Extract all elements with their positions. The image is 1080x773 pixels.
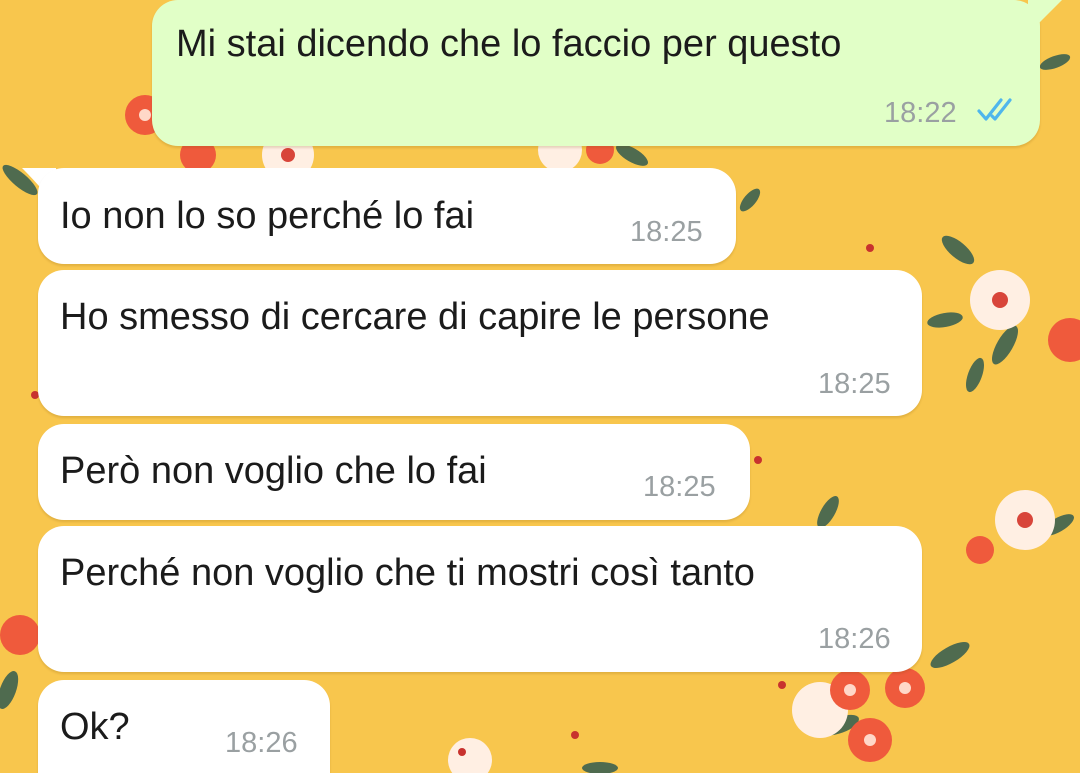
- message-text: Mi stai dicendo che lo faccio per questo: [176, 23, 842, 65]
- message-time: 18:26: [818, 623, 891, 655]
- message-bubble-incoming[interactable]: Ok? 18:26: [38, 680, 330, 773]
- message-bubble-outgoing[interactable]: Mi stai dicendo che lo faccio per questo…: [152, 0, 1040, 146]
- message-time: 18:22: [884, 97, 957, 129]
- message-text: Ho smesso di cercare di capire le person…: [60, 296, 770, 338]
- message-text: Io non lo so perché lo fai: [60, 195, 475, 237]
- outgoing-bubble-tail: [1028, 0, 1062, 24]
- message-bubble-incoming[interactable]: Perché non voglio che ti mostri così tan…: [38, 526, 922, 672]
- message-time: 18:26: [225, 727, 298, 759]
- double-check-read-icon: [977, 98, 1012, 121]
- message-bubble-incoming[interactable]: Ho smesso di cercare di capire le person…: [38, 270, 922, 416]
- message-text: Perché non voglio che ti mostri così tan…: [60, 552, 755, 594]
- message-time: 18:25: [643, 471, 716, 503]
- message-time: 18:25: [630, 216, 703, 248]
- message-text: Però non voglio che lo fai: [60, 450, 487, 492]
- message-bubble-incoming[interactable]: Però non voglio che lo fai 18:25: [38, 424, 750, 520]
- message-bubble-incoming[interactable]: Io non lo so perché lo fai 18:25: [38, 168, 736, 264]
- message-text: Ok?: [60, 706, 130, 748]
- message-time: 18:25: [818, 368, 891, 400]
